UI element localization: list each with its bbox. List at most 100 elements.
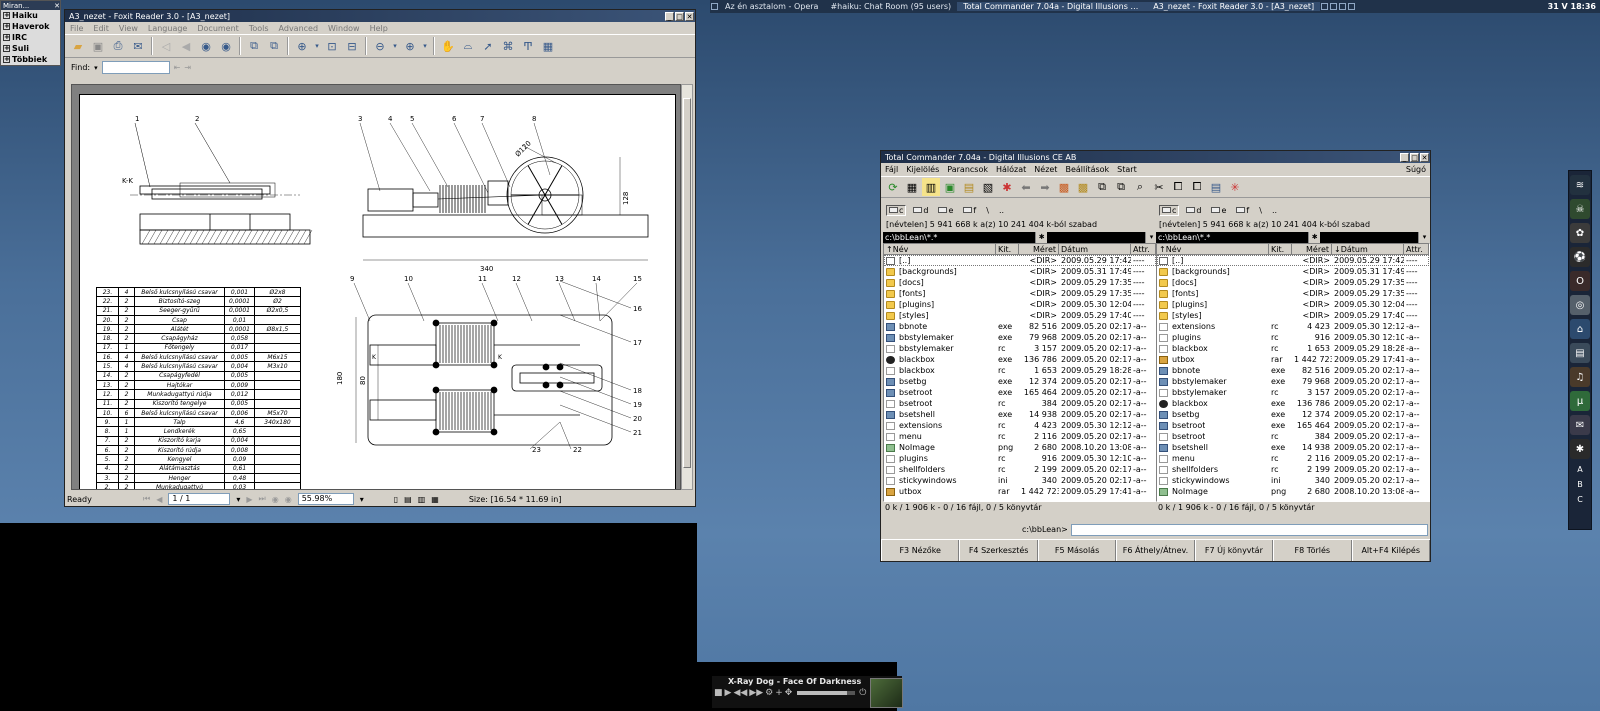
file-row[interactable]: plugins rc 916 2009.05.30 12:10 -a-- bbox=[1157, 332, 1429, 343]
glasses-icon[interactable]: ⌓ bbox=[459, 37, 477, 55]
menu-item-language[interactable]: Language bbox=[143, 24, 192, 33]
file-row[interactable]: [plugins] <DIR> 2009.05.30 12:04 ---- bbox=[1157, 299, 1429, 310]
file-row[interactable]: [docs] <DIR> 2009.05.29 17:35 ---- bbox=[1157, 277, 1429, 288]
file-row[interactable]: shellfolders rc 2 199 2009.05.20 02:17 -a-- bbox=[1157, 464, 1429, 475]
notepad-icon[interactable]: ▤ bbox=[1207, 178, 1225, 196]
contact-group[interactable]: + IRC bbox=[1, 32, 60, 43]
system-monitor-icon[interactable]: ≋ bbox=[1570, 175, 1590, 195]
function-key-button[interactable]: F7 Új könyvtár bbox=[1194, 540, 1274, 561]
drive-button[interactable]: \ bbox=[983, 205, 992, 216]
file-row[interactable]: [backgrounds] <DIR> 2009.05.31 17:49 ---- bbox=[1157, 266, 1429, 277]
vertical-scrollbar[interactable] bbox=[681, 84, 693, 490]
file-row[interactable]: stickywindows ini 340 2009.05.20 02:17 -a-- bbox=[884, 475, 1156, 486]
close-icon[interactable]: ✕ bbox=[1420, 152, 1429, 162]
move-icon[interactable]: ✥ bbox=[785, 688, 793, 698]
plus-icon[interactable]: + bbox=[775, 688, 783, 698]
column-header[interactable]: Kit. bbox=[996, 244, 1019, 254]
forward-icon[interactable]: ◉ bbox=[285, 495, 292, 504]
forward-arrow-icon[interactable]: ➡ bbox=[1036, 178, 1054, 196]
menu-item-window[interactable]: Window bbox=[323, 24, 365, 33]
email-icon[interactable]: ✉ bbox=[129, 37, 147, 55]
menu-item[interactable]: Beállítások bbox=[1061, 165, 1113, 174]
soccer-ball-icon[interactable]: ⚽ bbox=[1570, 247, 1590, 267]
find-previous-icon[interactable]: ⇤ bbox=[174, 63, 181, 72]
file-row[interactable]: NoImage png 2 680 2008.10.20 13:08 -a-- bbox=[884, 442, 1156, 453]
chevron-down-icon[interactable]: ▾ bbox=[313, 37, 321, 55]
file-row[interactable]: bsetshell exe 14 938 2009.05.20 02:17 -a-- bbox=[884, 409, 1156, 420]
file-row[interactable]: bbnote exe 82 516 2009.05.20 02:17 -a-- bbox=[1157, 365, 1429, 376]
menu-item-tools[interactable]: Tools bbox=[244, 24, 274, 33]
facing-icon[interactable]: ▥ bbox=[418, 495, 426, 504]
contact-group[interactable]: + Haiku bbox=[1, 10, 60, 21]
file-row[interactable]: [styles] <DIR> 2009.05.29 17:40 ---- bbox=[884, 310, 1156, 321]
column-header[interactable]: ↑Név bbox=[884, 244, 996, 254]
cont-facing-icon[interactable]: ▦ bbox=[431, 495, 439, 504]
expand-icon[interactable]: + bbox=[3, 12, 10, 19]
tray-icon[interactable] bbox=[1321, 3, 1329, 10]
globe-icon[interactable]: ◎ bbox=[1570, 295, 1590, 315]
drive-button[interactable]: c bbox=[886, 204, 907, 216]
taskbar-task[interactable]: Az én asztalom - Opera bbox=[719, 2, 824, 11]
drive-button[interactable]: c bbox=[1159, 204, 1180, 216]
contact-group[interactable]: + Többiek bbox=[1, 54, 60, 65]
scrollbar-thumb[interactable] bbox=[683, 98, 691, 468]
first-page-icon[interactable]: ◁ bbox=[157, 37, 175, 55]
function-key-button[interactable]: F5 Másolás bbox=[1037, 540, 1117, 561]
star-icon[interactable]: ✳ bbox=[1226, 178, 1244, 196]
tree-icon[interactable]: ▤ bbox=[960, 178, 978, 196]
menu-item[interactable]: Hálózat bbox=[992, 165, 1030, 174]
file-row[interactable]: bsetroot exe 165 464 2009.05.20 02:17 -a-- bbox=[1157, 420, 1429, 431]
file-row[interactable]: menu rc 2 116 2009.05.20 02:17 -a-- bbox=[1157, 453, 1429, 464]
file-row[interactable]: [..] <DIR> 2009.05.29 17:42 ---- bbox=[884, 255, 1156, 266]
file-row[interactable]: blackbox exe 136 786 2009.05.20 02:17 -a-- bbox=[884, 354, 1156, 365]
find-input[interactable] bbox=[101, 61, 170, 74]
history-icon[interactable]: ✱ bbox=[1308, 232, 1321, 243]
column-header[interactable]: Attr. bbox=[1131, 244, 1156, 254]
previous-icon[interactable]: ◀◀ bbox=[733, 688, 747, 698]
file-row[interactable]: [plugins] <DIR> 2009.05.30 12:04 ---- bbox=[884, 299, 1156, 310]
file-row[interactable]: bbstylemaker exe 79 968 2009.05.20 02:17 -a-… bbox=[1157, 376, 1429, 387]
chevron-down-icon[interactable]: ▾ bbox=[236, 495, 240, 504]
ftp-icon[interactable]: ⧠ bbox=[1169, 178, 1187, 196]
file-row[interactable]: blackbox rc 1 653 2009.05.29 18:28 -a-- bbox=[1157, 343, 1429, 354]
find-next-icon[interactable]: ⇥ bbox=[184, 63, 191, 72]
chevron-down-icon[interactable]: ▾ bbox=[94, 64, 98, 72]
lotus-icon[interactable]: ✿ bbox=[1570, 223, 1590, 243]
function-key-button[interactable]: Alt+F4 Kilépés bbox=[1351, 540, 1430, 561]
last-page-icon[interactable]: ⏭ bbox=[259, 494, 266, 504]
next-icon[interactable]: ▶▶ bbox=[749, 688, 763, 698]
function-key-button[interactable]: F4 Szerkesztés bbox=[959, 540, 1038, 561]
rename-icon[interactable]: ✂ bbox=[1150, 178, 1168, 196]
fit-visible-icon[interactable]: ⊡ bbox=[323, 37, 341, 55]
file-row[interactable]: utbox rar 1 442 723 2009.05.29 17:41 -a-- bbox=[1157, 354, 1429, 365]
unknown-icon[interactable]: ✱ bbox=[1570, 439, 1590, 459]
previous-page-icon[interactable]: ◀ bbox=[177, 37, 195, 55]
sync-icon[interactable]: ⧉ bbox=[1112, 178, 1130, 196]
maximize-icon[interactable]: □ bbox=[675, 11, 684, 21]
refresh-icon[interactable]: ⟳ bbox=[884, 178, 902, 196]
chevron-down-icon[interactable]: ▾ bbox=[360, 495, 364, 504]
stop-icon[interactable]: ■ bbox=[714, 688, 723, 698]
bookmark-icon[interactable]: ✱ bbox=[998, 178, 1016, 196]
function-key-button[interactable]: F3 Nézőke bbox=[881, 540, 960, 561]
file-row[interactable]: shellfolders rc 2 199 2009.05.20 02:17 -a-- bbox=[884, 464, 1156, 475]
zoom-field[interactable]: 55.98% bbox=[297, 493, 354, 505]
alien-icon[interactable]: ☠ bbox=[1570, 199, 1590, 219]
text-select-icon[interactable]: Ͳ bbox=[519, 37, 537, 55]
column-header[interactable]: ↓Dátum bbox=[1332, 244, 1404, 254]
file-row[interactable]: [backgrounds] <DIR> 2009.05.31 17:49 ---- bbox=[884, 266, 1156, 277]
file-row[interactable]: extensions rc 4 423 2009.05.30 12:12 -a-- bbox=[1157, 321, 1429, 332]
minimize-icon[interactable]: _ bbox=[665, 11, 674, 21]
expand-icon[interactable]: + bbox=[3, 34, 10, 41]
calendar-icon[interactable]: ▤ bbox=[1570, 343, 1590, 363]
zoom-in-icon[interactable]: ⊕ bbox=[293, 37, 311, 55]
file-row[interactable]: [..] <DIR> 2009.05.29 17:42 ---- bbox=[1157, 255, 1429, 266]
command-input[interactable] bbox=[1070, 523, 1428, 536]
file-row[interactable]: bsetroot exe 165 464 2009.05.20 02:17 -a-- bbox=[884, 387, 1156, 398]
column-header[interactable]: Attr. bbox=[1404, 244, 1429, 254]
back-arrow-icon[interactable]: ⬅ bbox=[1017, 178, 1035, 196]
file-row[interactable]: bsetbg exe 12 374 2009.05.20 02:17 -a-- bbox=[884, 376, 1156, 387]
file-row[interactable]: [docs] <DIR> 2009.05.29 17:35 ---- bbox=[884, 277, 1156, 288]
binoculars-icon[interactable]: ⌘ bbox=[499, 37, 517, 55]
menu-help[interactable]: Súgó bbox=[1402, 165, 1430, 174]
